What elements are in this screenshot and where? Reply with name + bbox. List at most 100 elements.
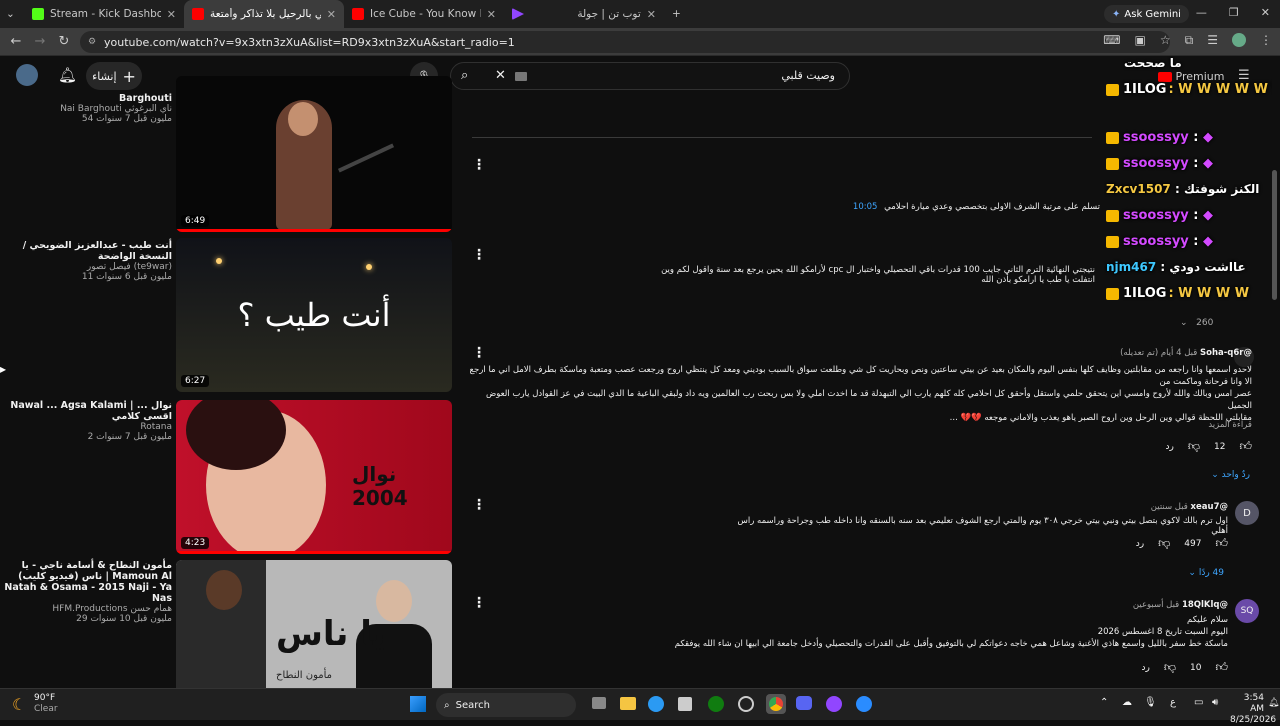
youtube-icon [352,8,364,20]
task-view-icon[interactable] [592,697,606,709]
xbox-icon[interactable] [708,696,724,712]
watch-progress [176,229,452,232]
taskbar-search[interactable]: ⌕ Search [436,693,576,717]
tab-ice-cube[interactable]: Ice Cube - You Know How We Do It ✕ [344,0,504,28]
onedrive-icon[interactable]: ☁ [1122,697,1132,708]
weather-widget[interactable]: 90°F Clear [34,693,58,715]
volume-icon[interactable]: 🔊︎ [1212,697,1218,708]
dislike-icon[interactable]: 👎︎ [1158,536,1170,551]
timestamp-link[interactable]: 10:05 [853,202,878,212]
reply-button[interactable]: رد [1165,442,1173,452]
edge-icon[interactable] [648,696,664,712]
video-thumbnail[interactable]: 6:49 [176,76,452,232]
close-icon[interactable]: ✕ [167,8,176,21]
extensions-icon[interactable]: ⧉ [1185,33,1194,48]
create-button[interactable]: إنشاء + [86,62,142,90]
weather-icon[interactable]: ☾ [12,695,26,714]
bookmark-star-icon[interactable]: ☆ [1160,33,1171,48]
reading-list-icon[interactable]: ☰ [1207,33,1218,48]
comment-body: اول ترم بالك لاكوي بتصل بيتي ونبي بيتي خ… [737,516,1229,536]
clear-search-icon[interactable]: ✕ [495,68,506,83]
video-info[interactable]: Barghouti Nai Barghouti ناي البرغوثي 54 … [2,93,172,124]
search-input[interactable]: ⌕ ✕ وصيت قلبي [450,62,850,90]
video-info[interactable]: Nawal ... Agsa Kalami | نوال ... اقسى كل… [2,400,172,442]
close-icon[interactable]: ✕ [647,8,656,21]
comment-actions: 👍︎ 12 👎︎ رد [1165,439,1252,454]
video-info[interactable]: مأمون النطاح & أسامة ناجي - يا ناس (فيدي… [2,560,172,624]
app-icon[interactable] [856,696,872,712]
cast-icon[interactable]: ▣ [1135,33,1146,48]
new-tab-button[interactable]: + [664,0,688,28]
account-avatar[interactable] [16,64,38,86]
app-icon[interactable] [826,696,842,712]
notifications-bell-icon[interactable]: 🔔︎ [1268,698,1279,708]
discord-icon[interactable] [796,696,812,710]
language-indicator[interactable]: ع [1170,697,1176,708]
back-icon[interactable]: ← [4,34,28,49]
notifications-icon[interactable]: 🔔︎ [58,66,77,84]
video-thumbnail[interactable]: يا ناس مأمون النطاح [176,560,452,688]
search-icon[interactable]: ⌕ [461,68,468,83]
more-options-icon[interactable]: ⋮ [472,595,486,611]
minimize-icon[interactable]: — [1196,6,1207,19]
profile-avatar[interactable] [1232,33,1246,47]
comment-actions: 👍︎ 497 👎︎ رد [1135,536,1228,551]
dislike-icon[interactable]: 👎︎ [1188,439,1200,454]
keyboard-icon[interactable] [515,72,527,81]
mouse-cursor-icon: ▸ [0,362,7,376]
restore-icon[interactable]: ❐ [1229,6,1239,19]
file-explorer-icon[interactable] [620,697,636,710]
tab-youtube-active[interactable]: اسمحيلي بالرحيل بلا تذاكر وأمتعة ✕ [184,0,344,28]
ask-gemini-button[interactable]: ✦ Ask Gemini [1104,5,1189,23]
replies-toggle[interactable]: ردٌ واحد ⌄ [1211,470,1250,480]
chrome-icon[interactable] [766,694,786,714]
chat-message: ssoossyy : ◆ [1106,130,1213,145]
comment-text: نتيجتي النهائية الترم الثاني جايب 100 قد… [661,265,1095,285]
scrollbar-thumb[interactable] [1272,170,1277,300]
windows-start-icon[interactable] [410,696,426,712]
obs-icon[interactable] [738,696,754,712]
more-options-icon[interactable]: ⋮ [472,247,486,263]
reload-icon[interactable]: ↻ [52,34,76,49]
video-thumbnail[interactable]: نوال 2004 4:23 [176,400,452,554]
twitch-icon [512,8,524,20]
like-icon[interactable]: 👍︎ [1215,536,1228,551]
microphone-icon[interactable]: 🎙︎ [1144,697,1157,708]
menu-icon[interactable]: ⋮ [1260,33,1272,48]
comment-actions: 👍︎ 10 👎︎ رد [1141,660,1228,675]
tab-kick[interactable]: Stream - Kick Dashboard ✕ [24,0,184,28]
reply-button[interactable]: رد [1136,539,1144,549]
close-icon[interactable]: ✕ [487,8,496,21]
more-options-icon[interactable]: ⋮ [472,497,486,513]
comment-text: تسلم على مرتبة الشرف الاولى بتخصصي وعدي … [852,202,1100,212]
store-icon[interactable] [678,697,692,711]
window-close-icon[interactable]: ✕ [1261,6,1270,19]
like-icon[interactable]: 👍︎ [1239,439,1252,454]
more-options-icon[interactable]: ⋮ [472,345,486,361]
video-info[interactable]: أنت طيب - عبدالعزيز الضويحي / النسخة الو… [2,240,172,282]
forward-icon[interactable]: → [28,34,52,49]
clock[interactable]: 3:54 AM 8/25/2026 [1230,693,1276,726]
close-icon[interactable]: ✕ [327,8,336,21]
tab-list-button[interactable]: ⌄ [0,0,24,28]
translate-icon[interactable]: ⌨ [1103,33,1120,48]
plus-icon: + [122,66,136,86]
reply-button[interactable]: رد [1141,663,1149,673]
replies-toggle[interactable]: 49 ردًا ⌄ [1188,568,1224,578]
chat-message: Zxcv1507 : الكنز شوفتك [1106,182,1260,196]
avatar[interactable]: SQ [1235,599,1259,623]
hidden-icons-chevron-icon[interactable]: ⌃ [1100,697,1108,708]
avatar[interactable]: D [1235,501,1259,525]
read-more-link[interactable]: قراءة المزيد [1208,420,1252,430]
site-info-icon[interactable]: ⚙ [88,37,96,47]
dislike-icon[interactable]: 👎︎ [1164,660,1176,675]
video-thumbnail[interactable]: أنت طيب ؟ 6:27 [176,238,452,392]
url-field[interactable]: ⚙ youtube.com/watch?v=9x3xtn3zXuA&list=R… [80,31,1170,53]
more-options-icon[interactable]: ⋮ [472,157,486,173]
network-icon[interactable]: ▭ [1194,697,1203,708]
chat-message: ssoossyy : ◆ [1106,208,1213,223]
crown-badge-icon [1106,83,1119,96]
tab-twitch[interactable]: توب تن | جولة ✕ [504,0,664,28]
like-icon[interactable]: 👍︎ [1215,660,1228,675]
gem-emote-icon: ◆ [1203,156,1214,171]
